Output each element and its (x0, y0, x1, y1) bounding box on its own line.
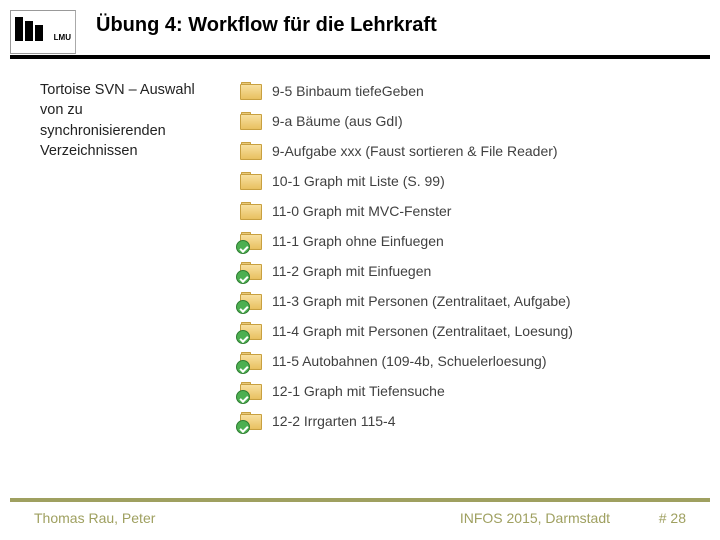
slide-header: LMU Übung 4: Workflow für die Lehrkraft (10, 10, 710, 60)
folder-icon (240, 142, 262, 160)
folder-icon (240, 172, 262, 190)
slide-title: Übung 4: Workflow für die Lehrkraft (96, 14, 437, 37)
svn-normal-overlay-icon (236, 240, 250, 254)
folder-icon (240, 412, 262, 430)
svn-normal-overlay-icon (236, 360, 250, 374)
lmu-logo: LMU (10, 10, 76, 54)
folder-row[interactable]: 11-1 Graph ohne Einfuegen (240, 226, 700, 256)
folder-row[interactable]: 11-4 Graph mit Personen (Zentralitaet, L… (240, 316, 700, 346)
folder-icon (240, 352, 262, 370)
folder-row[interactable]: 9-a Bäume (aus GdI) (240, 106, 700, 136)
folder-icon (240, 202, 262, 220)
header-rule (10, 55, 710, 59)
svn-normal-overlay-icon (236, 330, 250, 344)
folder-label: 11-3 Graph mit Personen (Zentralitaet, A… (272, 293, 571, 309)
folder-label: 11-2 Graph mit Einfuegen (272, 263, 431, 279)
folder-icon (240, 82, 262, 100)
folder-label: 12-2 Irrgarten 115-4 (272, 413, 395, 429)
folder-label: 9-5 Binbaum tiefeGeben (272, 83, 424, 99)
folder-icon (240, 232, 262, 250)
folder-icon (240, 262, 262, 280)
slide-body: Tortoise SVN – Auswahl von zu synchronis… (40, 80, 700, 480)
folder-icon (240, 112, 262, 130)
footer-rule (10, 498, 710, 502)
slide-footer: Thomas Rau, Peter INFOS 2015, Darmstadt … (10, 508, 710, 532)
footer-page-number: # 28 (659, 510, 686, 526)
description-text: Tortoise SVN – Auswahl von zu synchronis… (40, 80, 210, 161)
folder-label: 9-a Bäume (aus GdI) (272, 113, 403, 129)
folder-list: 9-5 Binbaum tiefeGeben 9-a Bäume (aus GdI… (240, 76, 700, 436)
svn-normal-overlay-icon (236, 390, 250, 404)
folder-icon (240, 322, 262, 340)
footer-conference: INFOS 2015, Darmstadt (460, 510, 610, 526)
svn-normal-overlay-icon (236, 420, 250, 434)
folder-row[interactable]: 9-5 Binbaum tiefeGeben (240, 76, 700, 106)
folder-row[interactable]: 11-3 Graph mit Personen (Zentralitaet, A… (240, 286, 700, 316)
folder-icon (240, 292, 262, 310)
folder-label: 11-0 Graph mit MVC-Fenster (272, 203, 451, 219)
svn-normal-overlay-icon (236, 300, 250, 314)
folder-row[interactable]: 11-0 Graph mit MVC-Fenster (240, 196, 700, 226)
folder-row[interactable]: 11-2 Graph mit Einfuegen (240, 256, 700, 286)
folder-label: 11-5 Autobahnen (109-4b, Schuelerloesung… (272, 353, 547, 369)
folder-icon (240, 382, 262, 400)
slide: LMU Übung 4: Workflow für die Lehrkraft … (0, 0, 720, 540)
folder-label: 11-4 Graph mit Personen (Zentralitaet, L… (272, 323, 573, 339)
folder-label: 11-1 Graph ohne Einfuegen (272, 233, 444, 249)
folder-row[interactable]: 11-5 Autobahnen (109-4b, Schuelerloesung… (240, 346, 700, 376)
folder-row[interactable]: 12-1 Graph mit Tiefensuche (240, 376, 700, 406)
footer-author: Thomas Rau, Peter (34, 510, 155, 526)
folder-row[interactable]: 9-Aufgabe xxx (Faust sortieren & File Re… (240, 136, 700, 166)
folder-row[interactable]: 12-2 Irrgarten 115-4 (240, 406, 700, 436)
folder-label: 9-Aufgabe xxx (Faust sortieren & File Re… (272, 143, 558, 159)
svn-normal-overlay-icon (236, 270, 250, 284)
folder-row[interactable]: 10-1 Graph mit Liste (S. 99) (240, 166, 700, 196)
folder-label: 10-1 Graph mit Liste (S. 99) (272, 173, 445, 189)
folder-label: 12-1 Graph mit Tiefensuche (272, 383, 445, 399)
